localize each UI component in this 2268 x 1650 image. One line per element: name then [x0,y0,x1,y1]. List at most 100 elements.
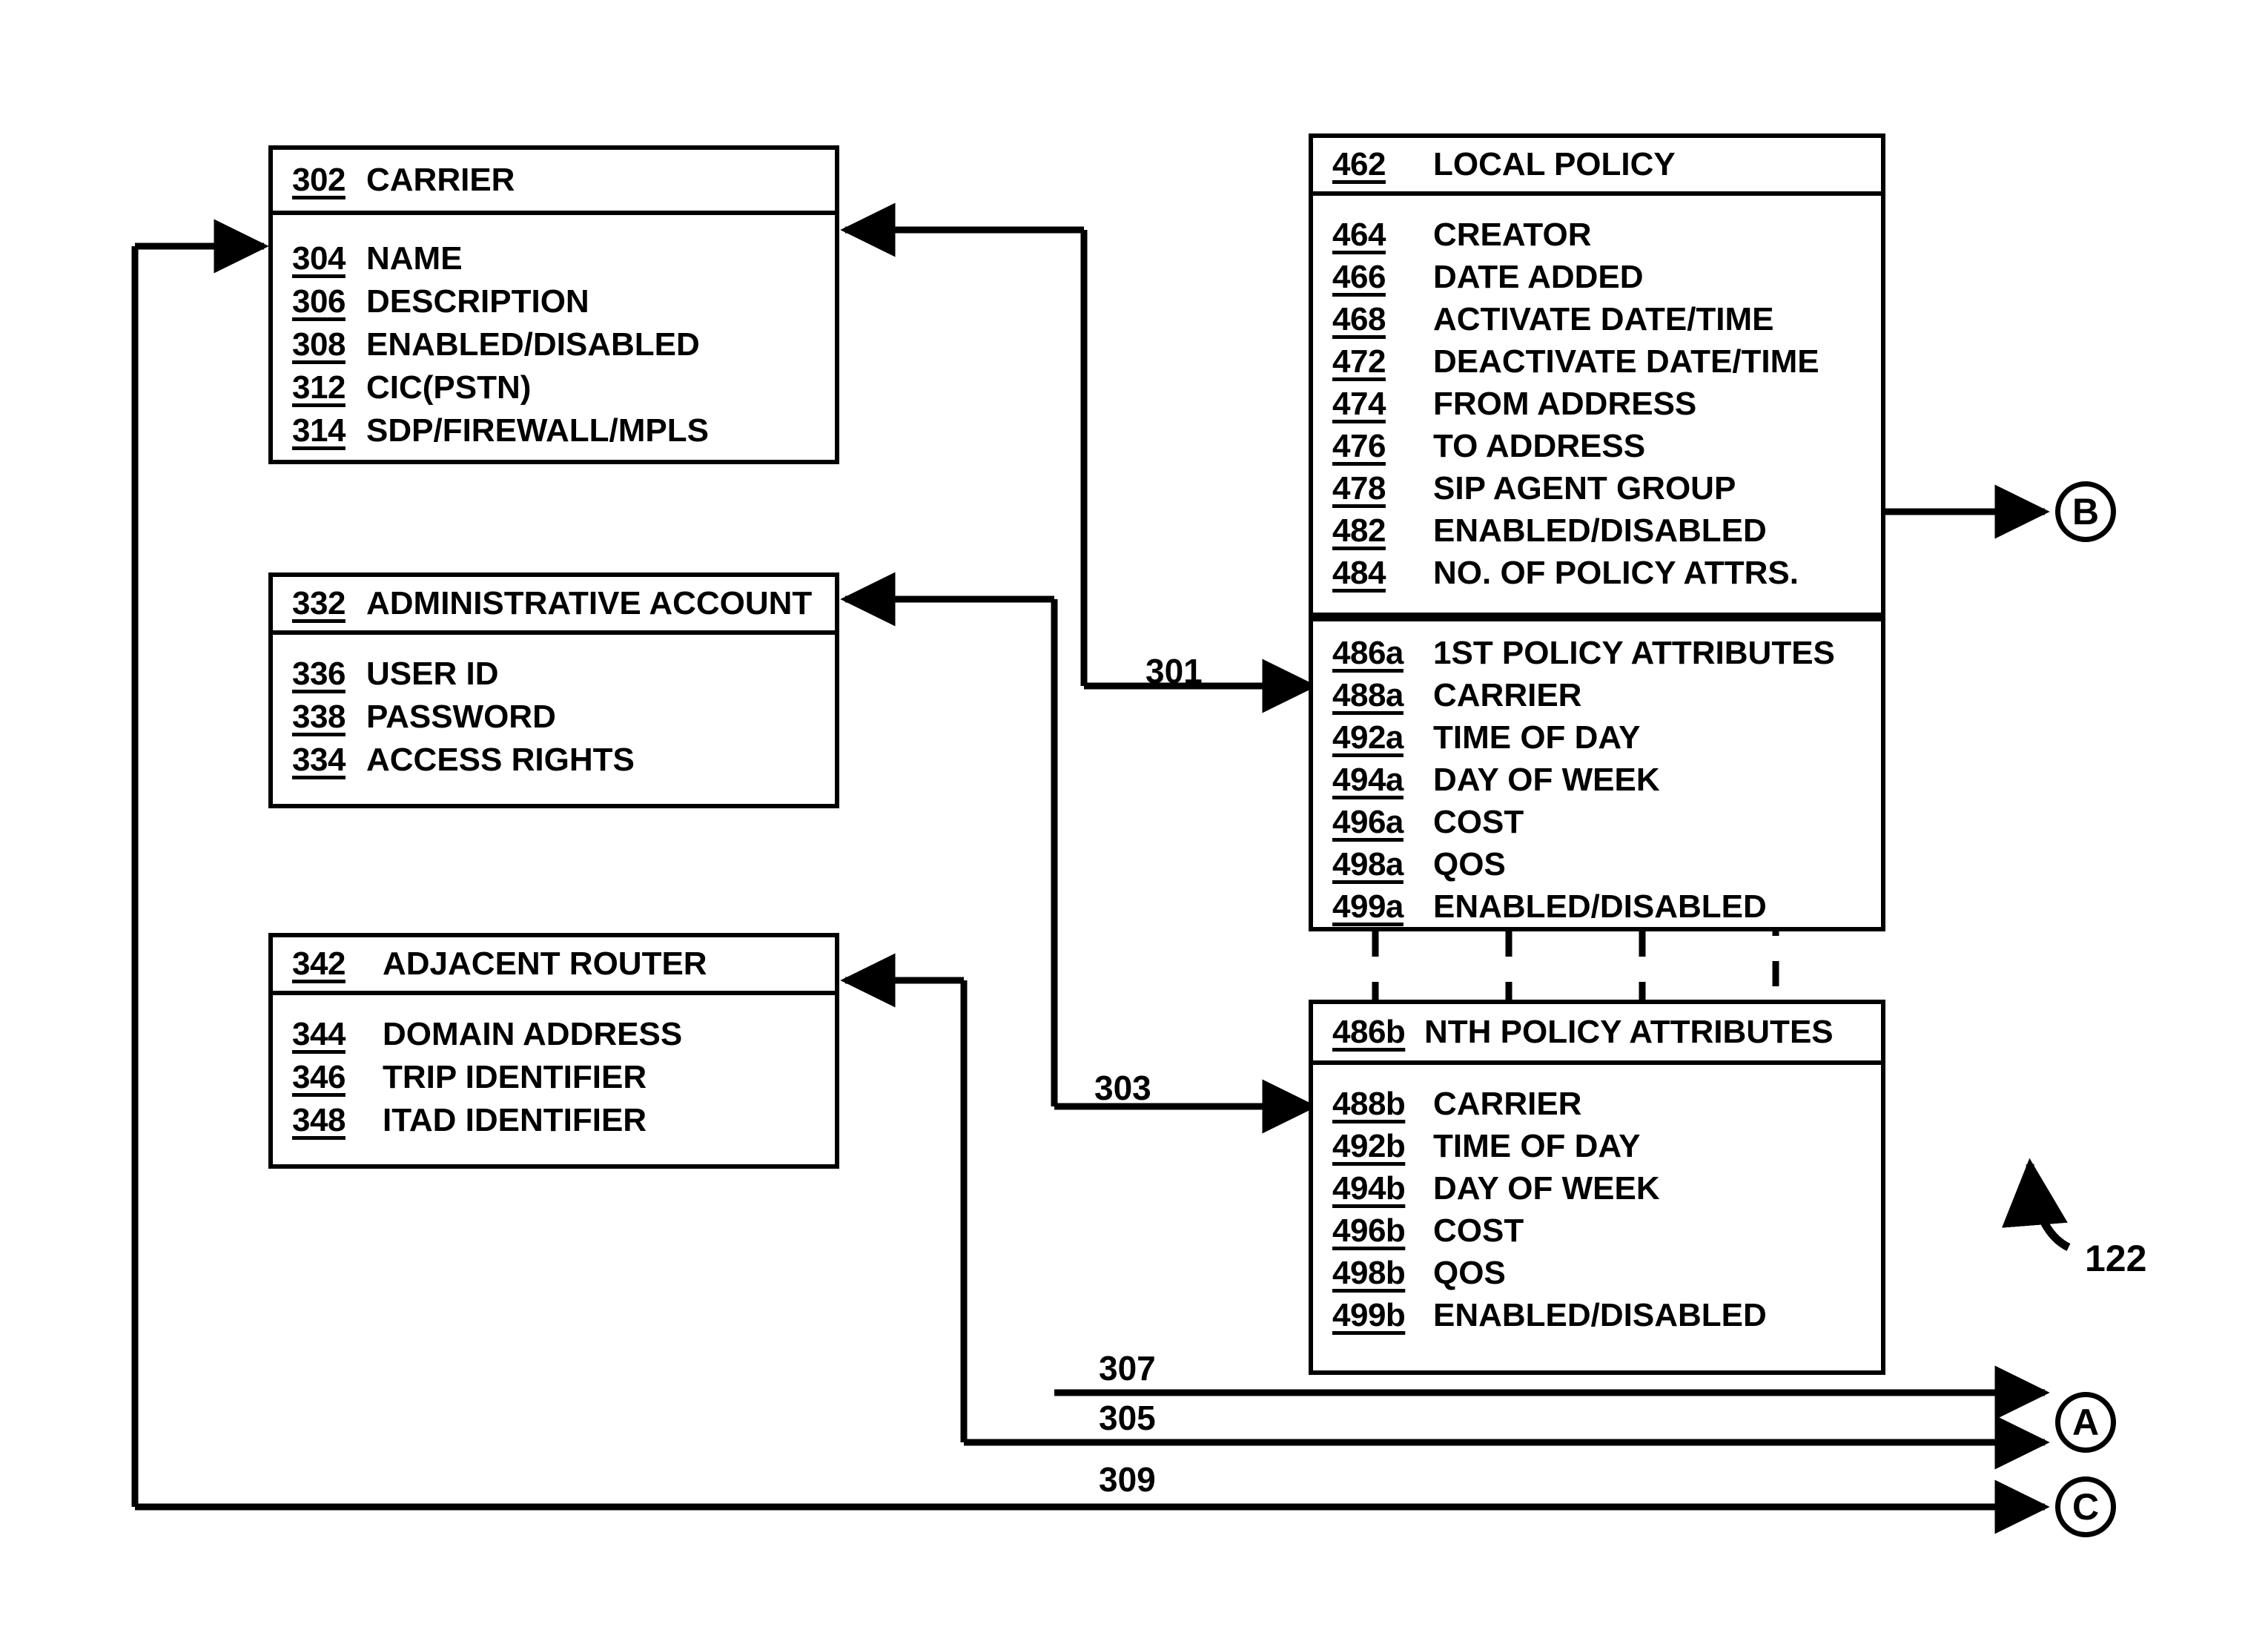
ref-numeral: 496a [1332,804,1404,840]
field-label: DOMAIN ADDRESS [383,1016,683,1052]
field-row: 488a CARRIER [1332,677,1881,719]
ref-numeral: 496b [1332,1212,1406,1249]
field-label: DAY OF WEEK [1433,762,1660,798]
field-label: USER ID [366,656,499,692]
ref-numeral: 498a [1332,846,1404,882]
field-row: 334 ACCESS RIGHTS [292,742,835,785]
connector-label-307: 307 [1099,1349,1156,1387]
connector-label-301: 301 [1145,652,1203,690]
field-row: 314 SDP/FIREWALL/MPLS [292,412,835,455]
ref-numeral: 472 [1332,343,1386,380]
entity-carrier: 302 CARRIER 304 NAME 306 DESCRIPTION 308… [268,145,839,464]
offpage-connector-c[interactable]: C [2055,1476,2116,1537]
field-label: ACCESS RIGHTS [366,742,635,778]
ref-numeral: 486b [1332,1014,1406,1050]
field-row: 348 ITAD IDENTIFIER [292,1102,835,1145]
entity-title: NTH POLICY ATTRIBUTES [1424,1014,1834,1050]
field-label: ENABLED/DISABLED [1433,888,1767,925]
field-label: NAME [366,240,463,277]
entity-first-policy-attributes-fields: 486a 1ST POLICY ATTRIBUTES 488a CARRIER … [1313,621,1881,931]
entity-title: LOCAL POLICY [1433,146,1676,182]
entity-title: 1ST POLICY ATTRIBUTES [1433,635,1835,671]
field-label: COST [1433,1212,1524,1249]
ref-numeral: 492a [1332,719,1404,756]
field-row: 308 ENABLED/DISABLED [292,326,835,369]
connector-label-305: 305 [1099,1399,1156,1437]
ref-numeral: 499a [1332,888,1404,925]
entity-title: ADMINISTRATIVE ACCOUNT [366,585,813,621]
ref-numeral: 478 [1332,470,1386,506]
field-row: 304 NAME [292,240,835,283]
field-row: 338 PASSWORD [292,699,835,742]
field-row: 344 DOMAIN ADDRESS [292,1016,835,1059]
field-row: 488b CARRIER [1332,1086,1881,1128]
ref-numeral: 336 [292,656,346,692]
field-label: FROM ADDRESS [1433,386,1697,422]
field-label: ENABLED/DISABLED [366,326,700,363]
figure-reference-numeral-122: 122 [2085,1238,2147,1279]
ref-numeral: 334 [292,742,346,778]
connector-label-303: 303 [1094,1069,1151,1107]
field-row: 494b DAY OF WEEK [1332,1170,1881,1212]
field-label: CARRIER [1433,1086,1582,1122]
ref-numeral: 488b [1332,1086,1406,1122]
ref-numeral: 488a [1332,677,1404,713]
field-row: 498b QOS [1332,1255,1881,1297]
ref-numeral: 302 [292,162,346,198]
offpage-connector-b[interactable]: B [2055,481,2116,542]
field-label: QOS [1433,1255,1506,1291]
entity-nth-policy-attributes: 486b NTH POLICY ATTRIBUTES 488b CARRIER … [1309,1000,1885,1375]
entity-title: CARRIER [366,162,515,198]
field-label: ENABLED/DISABLED [1433,512,1767,549]
field-label: TIME OF DAY [1433,719,1641,756]
lead-line-122 [2002,1158,2071,1251]
entity-local-policy-fields: 464 CREATOR 466 DATE ADDED 468 ACTIVATE … [1313,196,1881,597]
field-label: DAY OF WEEK [1433,1170,1660,1207]
ref-numeral: 474 [1332,386,1386,422]
ref-numeral: 304 [292,240,346,277]
field-label: NO. OF POLICY ATTRS. [1433,555,1799,591]
field-label: DESCRIPTION [366,283,589,320]
ref-numeral: 306 [292,283,346,320]
field-row: 346 TRIP IDENTIFIER [292,1059,835,1102]
ref-numeral: 466 [1332,259,1386,295]
entity-administrative-account-header: 332 ADMINISTRATIVE ACCOUNT [273,577,835,635]
field-row: 474 FROM ADDRESS [1332,386,1881,428]
entity-first-policy-attributes: 486a 1ST POLICY ATTRIBUTES 488a CARRIER … [1309,617,1885,931]
field-row: 478 SIP AGENT GROUP [1332,470,1881,512]
field-label: DATE ADDED [1433,259,1644,295]
field-row: 499a ENABLED/DISABLED [1332,888,1881,931]
ref-numeral: 499b [1332,1297,1406,1333]
offpage-connector-a[interactable]: A [2055,1392,2116,1453]
field-row: 492a TIME OF DAY [1332,719,1881,762]
ref-numeral: 464 [1332,217,1386,253]
patent-figure: 302 CARRIER 304 NAME 306 DESCRIPTION 308… [0,0,2268,1650]
ref-numeral: 498b [1332,1255,1406,1291]
ref-numeral: 344 [292,1016,346,1052]
field-label: CREATOR [1433,217,1592,253]
entity-administrative-account: 332 ADMINISTRATIVE ACCOUNT 336 USER ID 3… [268,572,839,808]
ref-numeral: 486a [1332,635,1404,671]
ref-numeral: 476 [1332,428,1386,464]
field-label: TO ADDRESS [1433,428,1646,464]
field-row: 498a QOS [1332,846,1881,888]
field-label: COST [1433,804,1524,840]
ref-numeral: 462 [1332,146,1386,182]
field-label: SIP AGENT GROUP [1433,470,1736,506]
field-row: 476 TO ADDRESS [1332,428,1881,470]
entity-adjacent-router-fields: 344 DOMAIN ADDRESS 346 TRIP IDENTIFIER 3… [273,995,835,1145]
field-row: 496a COST [1332,804,1881,846]
field-row: 484 NO. OF POLICY ATTRS. [1332,555,1881,597]
connector-label-309: 309 [1099,1460,1156,1499]
ref-numeral: 492b [1332,1128,1406,1164]
field-row: 472 DEACTIVATE DATE/TIME [1332,343,1881,386]
ref-numeral: 338 [292,699,346,735]
field-row: 466 DATE ADDED [1332,259,1881,301]
field-row: 464 CREATOR [1332,217,1881,259]
entity-administrative-account-fields: 336 USER ID 338 PASSWORD 334 ACCESS RIGH… [273,635,835,785]
ref-numeral: 494b [1332,1170,1406,1207]
field-row: 492b TIME OF DAY [1332,1128,1881,1170]
field-label: PASSWORD [366,699,556,735]
field-label: CIC(PSTN) [366,369,532,406]
field-label: ACTIVATE DATE/TIME [1433,301,1774,337]
